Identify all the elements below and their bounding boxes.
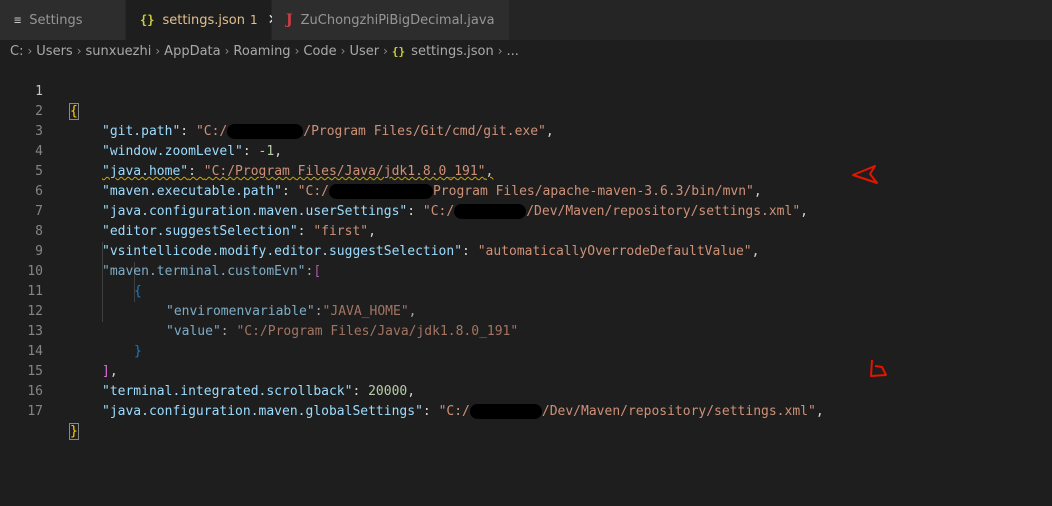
problem-count-badge: 1 [250,13,258,27]
tab-settings[interactable]: ≡ Settings [0,0,126,40]
annotation-arrow-mark [852,165,878,184]
breadcrumb-item[interactable]: sunxuezhi [86,44,152,59]
code-line: 15 "terminal.integrated.scrollback": 200… [0,342,1052,399]
code-line: 9 "maven.terminal.customEvn":[ [0,222,1052,279]
breadcrumb-item[interactable]: Users [36,44,72,59]
code-line: 11 "enviromenvariable":"JAVA_HOME", [0,262,1052,319]
code-line: 5 "maven.executable.path": "C:/Program F… [0,142,1052,199]
code-line: 6 "java.configuration.maven.userSettings… [0,162,1052,219]
annotation-arrow-mark [870,359,887,377]
code-line: 12 "value": "C:/Program Files/Java/jdk1.… [0,282,1052,339]
code-line: 10 { [0,242,1052,299]
breadcrumb-item[interactable]: User [349,44,379,59]
chevron-right-icon: › [76,44,82,58]
json-braces-icon: {} [140,13,155,27]
tab-label: settings.json [162,12,246,28]
tab-label: Settings [29,12,83,28]
tab-settings-json[interactable]: {} settings.json 1 ✕ [126,0,279,40]
code-line: 16 "java.configuration.maven.globalSetti… [0,362,1052,419]
chevron-right-icon: › [224,44,230,58]
tab-bar: ≡ Settings {} settings.json 1 ✕ J ZuChon… [0,0,1052,40]
java-file-icon: J [286,12,293,28]
code-line: 17 } [0,382,1052,440]
line-number: 17 [27,404,43,419]
code-line: 13 } [0,302,1052,359]
json-braces-icon: {} [391,44,406,58]
breadcrumb-item[interactable]: Code [303,44,336,59]
chevron-right-icon: › [340,44,346,58]
breadcrumb-item[interactable]: settings.json [411,44,494,59]
breadcrumb: C: › Users › sunxuezhi › AppData › Roaming › … [0,40,1052,62]
breadcrumb-item[interactable]: ... [507,44,519,59]
redaction-mark [469,404,542,419]
chevron-right-icon: › [27,44,33,58]
breadcrumb-item[interactable]: Roaming [233,44,290,59]
code-line: 8 "vsintellicode.modify.editor.suggestSe… [0,202,1052,259]
code-editor[interactable]: 1 { 2 "git.path": "C://Program Files/Git… [0,62,1052,506]
code-line: 7 "editor.suggestSelection": "first", [0,182,1052,239]
breadcrumb-item[interactable]: AppData [164,44,220,59]
chevron-right-icon: › [383,44,388,58]
code-line: 14 ], [0,322,1052,379]
chevron-right-icon: › [155,44,161,58]
breadcrumb-item[interactable]: C: [10,44,23,59]
menu-icon: ≡ [14,13,22,27]
code-line: 1 { [0,62,1052,120]
tab-label: ZuChongzhiPiBigDecimal.java [300,12,495,28]
code-line: 4 "java.home": "C:/Program Files/Java/jd… [0,122,1052,179]
code-line: 3 "window.zoomLevel": -1, [0,102,1052,159]
code-line: 2 "git.path": "C://Program Files/Git/cmd… [0,82,1052,139]
chevron-right-icon: › [294,44,300,58]
chevron-right-icon: › [497,44,503,58]
tab-java-file[interactable]: J ZuChongzhiPiBigDecimal.java [272,0,510,40]
